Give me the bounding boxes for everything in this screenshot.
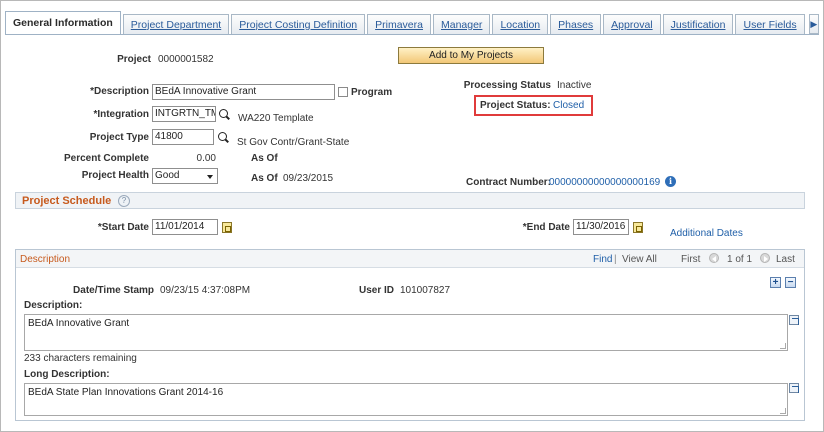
project-type-label: Project Type xyxy=(89,132,149,143)
description-text: BEdA Innovative Grant xyxy=(28,318,130,329)
description-textarea[interactable]: BEdA Innovative Grant xyxy=(24,314,788,351)
tab-project-costing-definition[interactable]: Project Costing Definition xyxy=(231,14,366,34)
resize-handle-icon[interactable] xyxy=(780,343,786,349)
last-label: Last xyxy=(776,254,795,265)
remove-row-button[interactable]: − xyxy=(785,277,796,288)
tab-manager[interactable]: Manager xyxy=(432,14,491,34)
project-schedule-header: Project Schedule ? xyxy=(15,192,805,209)
project-status-label: Project Status: xyxy=(480,100,551,111)
tab-user-fields[interactable]: User Fields xyxy=(735,14,805,34)
tab-scroll-right-icon[interactable]: ▶ xyxy=(808,14,819,34)
end-date-label: *End Date xyxy=(522,222,570,233)
tab-justification[interactable]: Justification xyxy=(662,14,734,34)
project-type-lookup-search-icon[interactable] xyxy=(218,132,227,141)
row-range: 1 of 1 xyxy=(727,254,753,265)
processing-status-value: Inactive xyxy=(557,80,592,91)
percent-complete-label: Percent Complete xyxy=(63,153,149,164)
project-health-select[interactable]: Good xyxy=(152,168,218,184)
program-checkbox[interactable] xyxy=(338,87,348,97)
tab-project-department[interactable]: Project Department xyxy=(122,14,230,34)
expand-long-description-icon[interactable] xyxy=(789,383,799,393)
project-status-value: Closed xyxy=(553,100,585,111)
contract-number-label: Contract Number: xyxy=(466,177,552,188)
processing-status-label: Processing Status xyxy=(463,80,551,91)
info-icon[interactable]: i xyxy=(665,176,676,187)
timestamp-value: 09/23/15 4:37:08PM xyxy=(160,285,251,296)
view-all-link[interactable]: View All xyxy=(622,254,657,265)
add-row-button[interactable]: + xyxy=(770,277,781,288)
description-grid-title: Description xyxy=(20,254,71,265)
health-as-of-label: As Of xyxy=(251,173,278,184)
previous-row-icon[interactable] xyxy=(709,253,719,263)
long-description-label: Long Description: xyxy=(24,369,110,380)
description-grid-header: Description Find | View All First 1 of 1… xyxy=(16,250,804,268)
timestamp-label: Date/Time Stamp xyxy=(73,285,154,296)
integration-label: *Integration xyxy=(93,109,149,120)
integration-description: WA220 Template xyxy=(238,113,314,124)
long-description-text: BEdA State Plan Innovations Grant 2014-1… xyxy=(28,387,224,398)
long-description-textarea[interactable]: BEdA State Plan Innovations Grant 2014-1… xyxy=(24,383,788,416)
health-as-of-date: 09/23/2015 xyxy=(283,173,334,184)
user-id-value: 101007827 xyxy=(400,285,451,296)
tab-divider xyxy=(5,34,819,35)
start-date-calendar-icon[interactable] xyxy=(222,222,232,233)
tab-location[interactable]: Location xyxy=(492,14,549,34)
start-date-input[interactable]: 11/01/2014 xyxy=(152,219,218,235)
resize-handle-icon[interactable] xyxy=(780,408,786,414)
project-health-selected-value: Good xyxy=(155,170,180,181)
project-health-label: Project Health xyxy=(81,170,149,181)
find-link[interactable]: Find xyxy=(593,254,612,265)
tab-general-information[interactable]: General Information xyxy=(5,11,121,34)
tab-primavera[interactable]: Primavera xyxy=(367,14,431,34)
next-row-icon[interactable] xyxy=(760,253,770,263)
project-id-value: 0000001582 xyxy=(158,54,214,65)
additional-dates-link[interactable]: Additional Dates xyxy=(670,228,743,239)
project-type-description: St Gov Contr/Grant-State xyxy=(237,137,350,148)
end-date-input[interactable]: 11/30/2016 xyxy=(573,219,629,235)
contract-number-link[interactable]: 00000000000000000169 xyxy=(549,177,660,188)
help-icon[interactable]: ? xyxy=(118,195,130,207)
project-label: Project xyxy=(117,54,151,65)
end-date-calendar-icon[interactable] xyxy=(633,222,643,233)
tab-approval[interactable]: Approval xyxy=(603,14,661,34)
integration-input[interactable]: INTGRTN_TM xyxy=(152,106,216,122)
chevron-down-icon xyxy=(207,175,213,179)
page-frame: General Information Project Department P… xyxy=(0,0,824,432)
tab-bar: General Information Project Department P… xyxy=(5,11,819,34)
project-schedule-title: Project Schedule xyxy=(22,195,112,207)
grid-separator: | xyxy=(614,254,617,265)
chars-remaining: 233 characters remaining xyxy=(24,353,137,364)
description-grid: Description Find | View All First 1 of 1… xyxy=(15,249,805,421)
percent-complete-value: 0.00 xyxy=(196,153,216,164)
program-label: Program xyxy=(351,87,393,98)
percent-as-of-label: As Of xyxy=(251,153,278,164)
description-input[interactable]: BEdA Innovative Grant xyxy=(152,84,335,100)
expand-description-icon[interactable] xyxy=(789,315,799,325)
tab-phases[interactable]: Phases xyxy=(550,14,602,34)
first-label: First xyxy=(681,254,701,265)
start-date-label: *Start Date xyxy=(97,222,149,233)
add-to-my-projects-button[interactable]: Add to My Projects xyxy=(398,47,544,64)
integration-lookup-search-icon[interactable] xyxy=(219,109,228,118)
project-type-input[interactable]: 41800 xyxy=(152,129,214,145)
description-field-label: Description: xyxy=(24,300,83,311)
user-id-label: User ID xyxy=(358,285,394,296)
description-label: *Description xyxy=(90,86,149,97)
